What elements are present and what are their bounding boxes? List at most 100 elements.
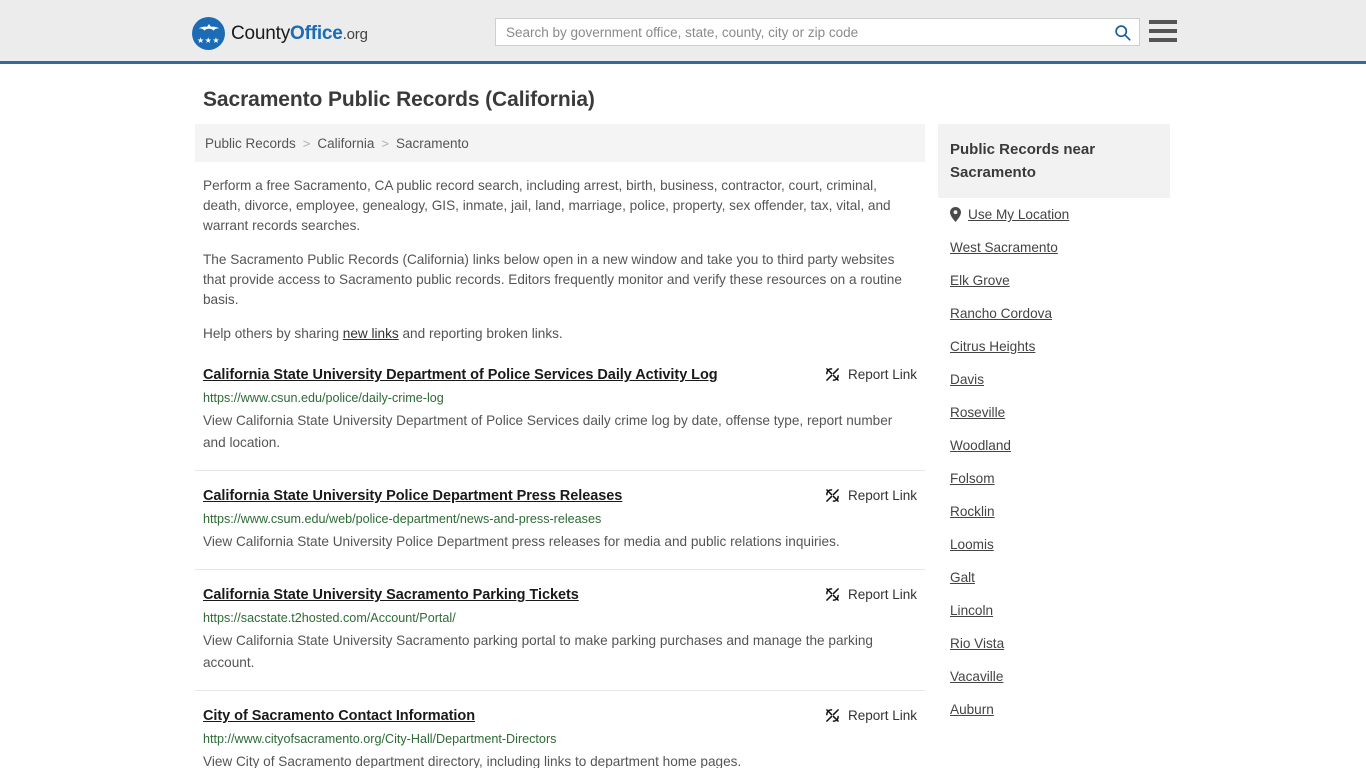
sidebar-list-item: Folsom	[950, 462, 1158, 495]
nearby-city-link[interactable]: Rocklin	[950, 504, 995, 519]
breadcrumb-separator-1: >	[302, 135, 311, 151]
result-url-link[interactable]: https://www.csum.edu/web/police-departme…	[203, 512, 917, 526]
logo-text-office: Office	[290, 22, 343, 44]
broken-link-icon	[826, 709, 839, 722]
result-description: View California State University Departm…	[203, 413, 893, 450]
nearby-city-link[interactable]: Woodland	[950, 438, 1011, 453]
nearby-city-link[interactable]: Galt	[950, 570, 975, 585]
page-title: Sacramento Public Records (California)	[203, 88, 595, 111]
map-pin-icon	[950, 207, 961, 222]
hamburger-menu-icon[interactable]	[1149, 18, 1177, 44]
nearby-city-link[interactable]: Rio Vista	[950, 636, 1004, 651]
report-link-label: Report Link	[847, 367, 917, 382]
result-title-link[interactable]: California State University Department o…	[203, 366, 718, 384]
nearby-city-link[interactable]: Citrus Heights	[950, 339, 1035, 354]
nearby-city-link[interactable]: Vacaville	[950, 669, 1003, 684]
report-link-button[interactable]: Report Link	[825, 707, 917, 723]
search-bar	[495, 18, 1140, 46]
sidebar-list-item: Vacaville	[950, 660, 1158, 693]
nearby-city-link[interactable]: Auburn	[950, 702, 994, 717]
result-item: California State University Sacramento P…	[195, 586, 925, 691]
nearby-city-link[interactable]: Rancho Cordova	[950, 306, 1052, 321]
result-title-link[interactable]: City of Sacramento Contact Information	[203, 707, 475, 725]
nearby-city-link[interactable]: Roseville	[950, 405, 1005, 420]
sidebar-list-item: Loomis	[950, 528, 1158, 561]
breadcrumb-separator-2: >	[381, 135, 390, 151]
result-item: California State University Department o…	[195, 366, 925, 471]
sidebar-list-item: Lincoln	[950, 594, 1158, 627]
eagle-seal-icon: ★★★	[192, 17, 225, 50]
nearby-city-link[interactable]: Folsom	[950, 471, 995, 486]
intro-paragraph-2: The Sacramento Public Records (Californi…	[203, 252, 902, 307]
help-prefix: Help others by sharing	[203, 326, 343, 341]
broken-link-icon	[826, 368, 839, 381]
sidebar-list-item: West Sacramento	[950, 231, 1158, 264]
report-link-button[interactable]: Report Link	[825, 586, 917, 602]
sidebar-heading: Public Records near Sacramento	[938, 124, 1170, 198]
result-description: View City of Sacramento department direc…	[203, 754, 742, 768]
eagle-glyph	[198, 24, 219, 31]
nearby-city-link[interactable]: West Sacramento	[950, 240, 1058, 255]
logo-wordmark: CountyOffice.org	[231, 23, 368, 45]
result-header: California State University Sacramento P…	[203, 586, 917, 604]
site-logo[interactable]: ★★★ CountyOffice.org	[192, 17, 368, 50]
menu-bar-1	[1149, 20, 1177, 24]
broken-link-icon	[826, 489, 839, 502]
nearby-city-link[interactable]: Elk Grove	[950, 273, 1010, 288]
sidebar-list-item: Citrus Heights	[950, 330, 1158, 363]
report-link-button[interactable]: Report Link	[825, 366, 917, 382]
result-header: California State University Department o…	[203, 366, 917, 384]
sidebar-list-item: Davis	[950, 363, 1158, 396]
search-icon	[1114, 24, 1131, 41]
report-link-label: Report Link	[847, 708, 917, 723]
result-title-link[interactable]: California State University Police Depar…	[203, 487, 622, 505]
report-link-label: Report Link	[847, 587, 917, 602]
sidebar: Public Records near Sacramento Use My Lo…	[938, 124, 1170, 726]
sidebar-list-item: Rancho Cordova	[950, 297, 1158, 330]
result-item: California State University Police Depar…	[195, 487, 925, 570]
logo-text-county: County	[231, 22, 291, 44]
logo-text-org: .org	[342, 25, 368, 43]
breadcrumb-item-public-records[interactable]: Public Records	[205, 136, 296, 151]
result-header: City of Sacramento Contact Information Re…	[203, 707, 917, 725]
nearby-city-link[interactable]: Davis	[950, 372, 984, 387]
intro-help-line: Help others by sharing new links and rep…	[203, 324, 917, 344]
broken-link-icon	[826, 588, 839, 601]
nearby-city-link[interactable]: Lincoln	[950, 603, 993, 618]
intro-section: Perform a free Sacramento, CA public rec…	[195, 176, 925, 344]
new-links-link[interactable]: new links	[343, 326, 399, 341]
result-url-link[interactable]: https://sacstate.t2hosted.com/Account/Po…	[203, 611, 917, 625]
result-item: City of Sacramento Contact Information Re…	[195, 707, 925, 768]
result-url-link[interactable]: http://www.cityofsacramento.org/City-Hal…	[203, 732, 917, 746]
sidebar-list-item: Rocklin	[950, 495, 1158, 528]
search-button[interactable]	[1105, 19, 1139, 45]
main-content: Public Records > California > Sacramento…	[195, 124, 925, 768]
result-header: California State University Police Depar…	[203, 487, 917, 505]
breadcrumb-item-california[interactable]: California	[317, 136, 374, 151]
report-link-button[interactable]: Report Link	[825, 487, 917, 503]
logo-stars: ★★★	[196, 36, 220, 45]
sidebar-list-item: Roseville	[950, 396, 1158, 429]
help-suffix: and reporting broken links.	[398, 326, 563, 341]
sidebar-list-item: Elk Grove	[950, 264, 1158, 297]
report-link-label: Report Link	[847, 488, 917, 503]
search-input[interactable]	[496, 19, 1105, 45]
result-title-link[interactable]: California State University Sacramento P…	[203, 586, 579, 604]
sidebar-list-item: Rio Vista	[950, 627, 1158, 660]
breadcrumb-item-sacramento: Sacramento	[396, 135, 469, 151]
results-list: California State University Department o…	[195, 366, 925, 768]
result-description: View California State University Police …	[203, 534, 840, 549]
nearby-cities-list: Use My Location West Sacramento Elk Grove R…	[938, 198, 1170, 726]
sidebar-list-item: Auburn	[950, 693, 1158, 726]
menu-bar-2	[1149, 29, 1177, 33]
nearby-city-link[interactable]: Use My Location	[968, 207, 1069, 222]
sidebar-list-item: Use My Location	[950, 198, 1158, 231]
sidebar-list-item: Woodland	[950, 429, 1158, 462]
result-description: View California State University Sacrame…	[203, 633, 873, 670]
sidebar-list-item: Galt	[950, 561, 1158, 594]
intro-paragraph-1: Perform a free Sacramento, CA public rec…	[203, 178, 891, 233]
breadcrumb: Public Records > California > Sacramento	[195, 124, 925, 162]
menu-bar-3	[1149, 38, 1177, 42]
nearby-city-link[interactable]: Loomis	[950, 537, 994, 552]
result-url-link[interactable]: https://www.csun.edu/police/daily-crime-…	[203, 391, 917, 405]
